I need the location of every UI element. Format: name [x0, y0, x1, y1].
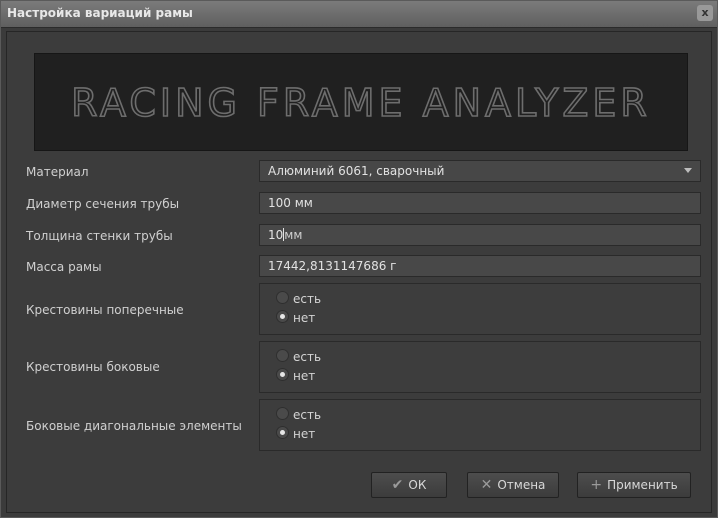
cross-transverse-label: Крестовины поперечные [26, 303, 184, 317]
diameter-input[interactable]: 100 мм [259, 192, 701, 214]
close-icon[interactable]: x [697, 5, 713, 21]
radio-selected-icon [276, 368, 289, 381]
plus-icon: + [590, 477, 603, 493]
apply-button[interactable]: + Применить [577, 472, 691, 498]
cross-side-option-no[interactable]: нет [276, 368, 315, 383]
window-title: Настройка вариаций рамы [7, 6, 193, 20]
side-diagonal-option-yes[interactable]: есть [276, 407, 321, 422]
diameter-value: 100 мм [268, 196, 313, 210]
side-diagonal-option-no[interactable]: нет [276, 426, 315, 441]
checkmark-icon: ✔ [391, 477, 404, 493]
radio-selected-icon [276, 426, 289, 439]
logo-image: RACING FRAME ANALYZER [70, 80, 651, 126]
frame-mass-label: Масса рамы [26, 260, 102, 274]
frame-mass-value: 17442,8131147686 г [268, 259, 397, 273]
side-diagonal-label: Боковые диагональные элементы [26, 419, 242, 433]
logo-text: RACING FRAME ANALYZER [71, 81, 651, 125]
wall-thickness-unit: мм [284, 228, 303, 242]
side-diagonal-radio-group: есть нет [259, 399, 701, 451]
dialog-window: Настройка вариаций рамы x RACING FRAME A… [0, 0, 718, 518]
cancel-button[interactable]: ✕ Отмена [467, 472, 559, 498]
radio-icon [276, 291, 289, 304]
radio-icon [276, 349, 289, 362]
cross-side-radio-group: есть нет [259, 341, 701, 393]
wall-thickness-value: 10 [268, 228, 284, 242]
wall-thickness-label: Толщина стенки трубы [26, 229, 173, 243]
material-label: Материал [26, 165, 89, 179]
app-logo-banner: RACING FRAME ANALYZER [34, 53, 688, 151]
cross-transverse-radio-group: есть нет [259, 283, 701, 335]
radio-icon [276, 407, 289, 420]
wall-thickness-input[interactable]: 10мм [259, 224, 701, 246]
cross-icon: ✕ [480, 477, 493, 493]
cross-side-label: Крестовины боковые [26, 360, 160, 374]
diameter-label: Диаметр сечения трубы [26, 197, 180, 211]
chevron-down-icon [684, 168, 692, 173]
material-value: Алюминий 6061, сварочный [268, 164, 445, 178]
cross-transverse-option-no[interactable]: нет [276, 310, 315, 325]
title-bar[interactable]: Настройка вариаций рамы x [1, 1, 717, 28]
ok-button[interactable]: ✔ ОК [371, 472, 447, 498]
material-select[interactable]: Алюминий 6061, сварочный [259, 160, 701, 182]
frame-mass-field: 17442,8131147686 г [259, 255, 701, 277]
cross-side-option-yes[interactable]: есть [276, 349, 321, 364]
radio-selected-icon [276, 310, 289, 323]
cross-transverse-option-yes[interactable]: есть [276, 291, 321, 306]
